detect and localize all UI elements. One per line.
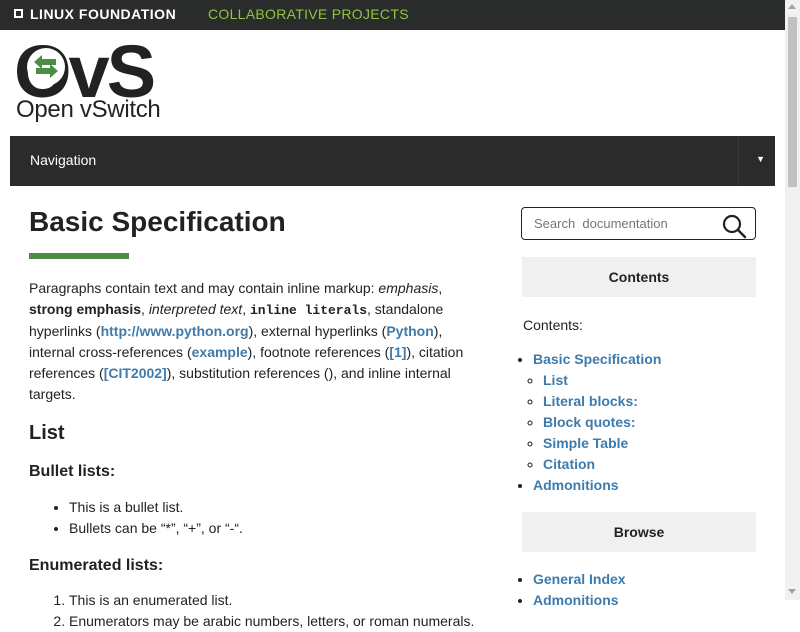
- navbar-divider: [738, 136, 739, 186]
- toc-item: Basic Specification List Literal blocks:…: [533, 349, 661, 475]
- vertical-scrollbar[interactable]: [785, 0, 800, 600]
- browse-item: Admonitions: [533, 590, 626, 611]
- intro-text: ,: [141, 301, 149, 317]
- bullet-lists-heading: Bullet lists:: [29, 463, 116, 480]
- intro-text: ), footnote references (: [247, 344, 390, 360]
- toc-subitem: Block quotes:: [543, 412, 661, 433]
- list-item: This is a bullet list.: [69, 497, 484, 518]
- toc-link-block-quotes[interactable]: Block quotes:: [543, 414, 636, 430]
- link-citation[interactable]: [CIT2002]: [104, 365, 167, 381]
- interpreted-text: interpreted text: [148, 301, 243, 317]
- main-content: Basic Specification Paragraphs contain t…: [29, 186, 484, 632]
- link-python[interactable]: Python: [386, 323, 433, 339]
- toc-link-citation[interactable]: Citation: [543, 456, 595, 472]
- toc-link-admonitions[interactable]: Admonitions: [533, 477, 619, 493]
- page-title: Basic Specification: [29, 206, 286, 237]
- caret-down-icon[interactable]: ▼: [756, 154, 765, 164]
- list-item: Enumerators may be arabic numbers, lette…: [69, 611, 484, 632]
- enumerated-list: This is an enumerated list. Enumerators …: [29, 590, 484, 632]
- toc-link-basic-specification[interactable]: Basic Specification: [533, 351, 661, 367]
- search-box: [521, 207, 756, 240]
- toc-link-simple-table[interactable]: Simple Table: [543, 435, 628, 451]
- toc-subitem: Simple Table: [543, 433, 661, 454]
- scroll-down-arrow-icon[interactable]: [788, 589, 796, 594]
- browse-item: General Index: [533, 569, 626, 590]
- intro-paragraph: Paragraphs contain text and may contain …: [29, 278, 484, 405]
- strong-text: strong emphasis: [29, 301, 142, 317]
- table-of-contents: Basic Specification List Literal blocks:…: [521, 349, 661, 496]
- list-heading: List: [29, 422, 65, 444]
- collaborative-projects-label[interactable]: COLLABORATIVE PROJECTS: [208, 6, 409, 22]
- browse-list: General Index Admonitions: [521, 569, 626, 611]
- contents-label: Contents:: [523, 317, 583, 333]
- search-input[interactable]: [532, 215, 716, 232]
- toc-link-literal-blocks[interactable]: Literal blocks:: [543, 393, 638, 409]
- list-item: Bullets can be “*”, “+”, or “-“.: [69, 518, 484, 539]
- logo-name: Open vSwitch: [16, 96, 161, 123]
- toc-sublist: List Literal blocks: Block quotes: Simpl…: [533, 370, 661, 475]
- bullet-list: This is a bullet list. Bullets can be “*…: [29, 497, 484, 539]
- navigation-toggle[interactable]: Navigation: [30, 152, 96, 168]
- toc-subitem: List: [543, 370, 661, 391]
- linux-foundation-bar: LINUX FOUNDATION COLLABORATIVE PROJECTS: [0, 0, 785, 30]
- linux-foundation-name[interactable]: LINUX FOUNDATION: [30, 6, 176, 22]
- link-example[interactable]: example: [192, 344, 248, 360]
- emphasis-text: emphasis: [378, 280, 439, 296]
- toc-link-list[interactable]: List: [543, 372, 568, 388]
- browse-link-general-index[interactable]: General Index: [533, 571, 626, 587]
- browse-panel-header: Browse: [522, 512, 756, 552]
- intro-text: ,: [438, 280, 443, 296]
- contents-panel-header: Contents: [522, 257, 756, 297]
- intro-text: ), external hyperlinks (: [248, 323, 387, 339]
- intro-text: Paragraphs contain text and may contain …: [29, 280, 379, 296]
- site-header: OvS Open vSwitch: [0, 30, 785, 136]
- toc-subitem: Citation: [543, 454, 661, 475]
- inline-literal: inline literals: [249, 303, 368, 318]
- linux-foundation-logo-icon: [14, 9, 23, 18]
- navigation-bar: Navigation ▼: [10, 136, 775, 186]
- toc-item: Admonitions: [533, 475, 661, 496]
- browse-link-admonitions[interactable]: Admonitions: [533, 592, 619, 608]
- enumerated-lists-heading: Enumerated lists:: [29, 557, 164, 574]
- scroll-up-arrow-icon[interactable]: [788, 4, 796, 9]
- intro-text: ,: [242, 301, 250, 317]
- link-footnote[interactable]: [1]: [389, 344, 406, 360]
- link-python-org[interactable]: http://www.python.org: [101, 323, 249, 339]
- search-icon[interactable]: [721, 213, 747, 239]
- scrollbar-thumb[interactable]: [788, 17, 797, 187]
- toc-subitem: Literal blocks:: [543, 391, 661, 412]
- list-item: This is an enumerated list.: [69, 590, 484, 611]
- title-underline: [29, 253, 129, 259]
